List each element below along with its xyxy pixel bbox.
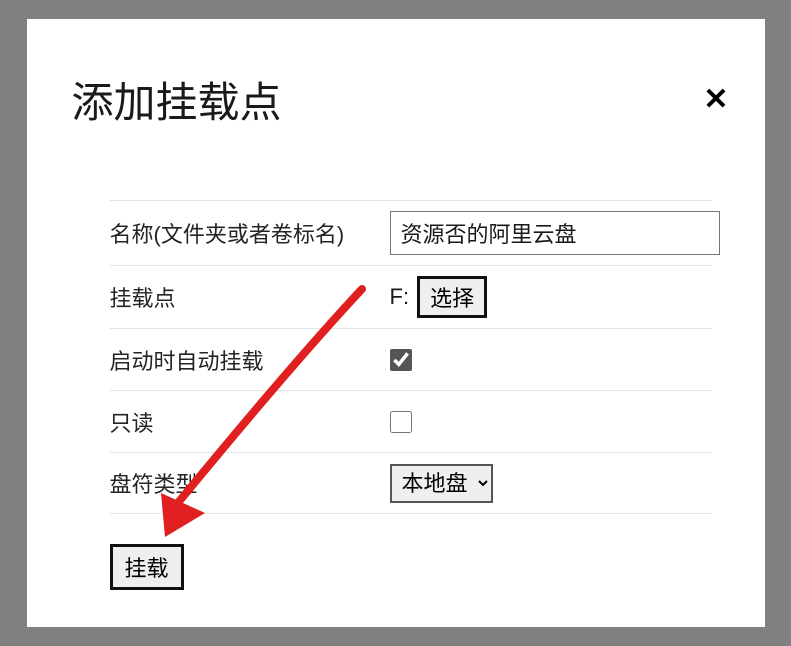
drivetype-label: 盘符类型 xyxy=(110,467,390,499)
drivetype-select[interactable]: 本地盘 xyxy=(390,464,493,503)
mount-form: 名称(文件夹或者卷标名) 挂载点 F: 选择 启动时自动挂载 只读 xyxy=(110,200,712,514)
mountpoint-label: 挂载点 xyxy=(110,281,390,313)
close-icon[interactable]: ✕ xyxy=(703,85,728,115)
row-mountpoint: 挂载点 F: 选择 xyxy=(110,265,712,328)
row-name: 名称(文件夹或者卷标名) xyxy=(110,200,712,265)
drive-letter: F: xyxy=(390,284,410,310)
name-input[interactable] xyxy=(390,211,720,255)
automount-label: 启动时自动挂载 xyxy=(110,344,390,376)
row-automount: 启动时自动挂载 xyxy=(110,328,712,390)
automount-checkbox[interactable] xyxy=(390,349,412,371)
readonly-label: 只读 xyxy=(110,406,390,438)
name-label: 名称(文件夹或者卷标名) xyxy=(110,217,390,249)
modal-title: 添加挂载点 xyxy=(72,69,720,130)
readonly-checkbox[interactable] xyxy=(390,411,412,433)
add-mountpoint-modal: 添加挂载点 ✕ 名称(文件夹或者卷标名) 挂载点 F: 选择 启动时自动挂载 只… xyxy=(27,19,765,627)
row-drivetype: 盘符类型 本地盘 xyxy=(110,452,712,514)
mount-button[interactable]: 挂载 xyxy=(110,544,184,590)
row-readonly: 只读 xyxy=(110,390,712,452)
select-drive-button[interactable]: 选择 xyxy=(417,276,487,318)
